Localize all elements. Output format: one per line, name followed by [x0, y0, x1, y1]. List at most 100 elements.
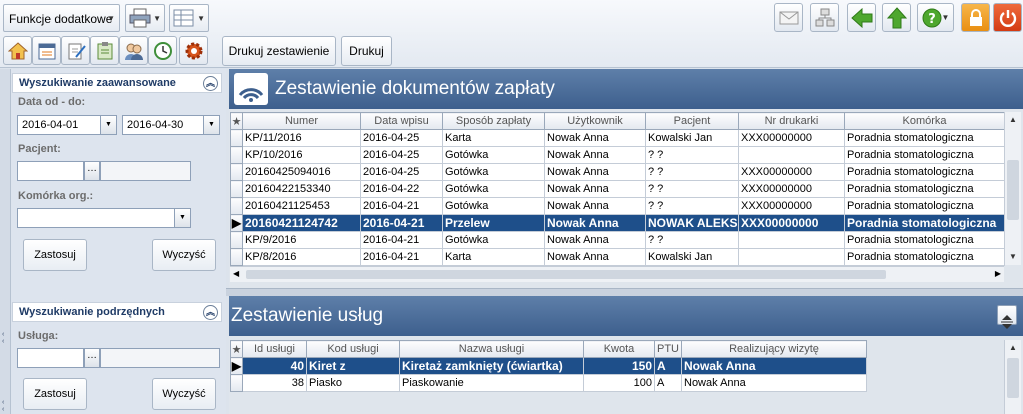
column-header-numer[interactable]: Numer: [242, 112, 361, 130]
network-button[interactable]: [810, 3, 839, 32]
table-row[interactable]: KP/10/2016 2016-04-25 Gotówka Nowak Anna? ?…: [230, 146, 1005, 164]
column-header-nazwa-uslugi[interactable]: Nazwa usługi: [399, 340, 584, 358]
scroll-right-icon[interactable]: ▶: [995, 269, 1001, 278]
column-header-realizujacy-wizyte[interactable]: Realizujący wizytę: [681, 340, 867, 358]
table-row[interactable]: ▶ 20160421124742 2016-04-21 Przelew Nowak An…: [230, 214, 1005, 232]
row-indicator[interactable]: [230, 231, 243, 249]
functions-dropdown[interactable]: Funkcje dodatkowe ▼: [3, 4, 120, 32]
records-button[interactable]: [90, 36, 119, 65]
expand-panel-button[interactable]: [997, 305, 1017, 329]
table-cell-uzytkownik: Nowak Anna: [544, 214, 646, 232]
table-row[interactable]: KP/9/2016 2016-04-21 Gotówka Nowak Anna? ? P…: [230, 231, 1005, 249]
print-label: Drukuj: [349, 44, 384, 58]
apply-filter-button[interactable]: Zastosuj: [23, 239, 87, 271]
table-cell-nazwa-uslugi: Kiretaż zamknięty (ćwiartka): [399, 357, 584, 375]
row-indicator[interactable]: [230, 180, 243, 198]
arrow-up-icon: [886, 6, 907, 28]
table-row[interactable]: KP/11/2016 2016-04-25 Karta Nowak Anna Kowal…: [230, 129, 1005, 147]
row-indicator[interactable]: [230, 197, 243, 215]
row-indicator[interactable]: [230, 163, 243, 181]
chevron-down-icon[interactable]: ▼: [174, 209, 190, 227]
row-indicator[interactable]: ▶: [230, 357, 243, 375]
table-cell-nr-drukarki: XXX00000000: [738, 180, 845, 198]
column-header-pacjent[interactable]: Pacjent: [645, 112, 739, 130]
date-to-input[interactable]: 2016-04-30 ▼: [122, 115, 220, 135]
wifi-logo-icon: [234, 73, 268, 105]
date-to-value: 2016-04-30: [127, 119, 184, 131]
sub-search-title: Wyszukiwanie podrzędnych: [19, 306, 165, 318]
column-header-kod-uslugi[interactable]: Kod usługi: [306, 340, 400, 358]
org-unit-select[interactable]: ▼: [17, 208, 191, 228]
patient-input[interactable]: [17, 161, 84, 181]
table-row[interactable]: 20160425094016 2016-04-25 Gotówka Nowak Ann…: [230, 163, 1005, 181]
row-indicator[interactable]: [230, 129, 243, 147]
payments-hscroll[interactable]: ◀ ▶: [230, 266, 1004, 282]
table-row[interactable]: KP/8/2016 2016-04-21 Karta Nowak Anna Kowals…: [230, 248, 1005, 266]
advanced-search-title: Wyszukiwanie zaawansowane: [19, 77, 176, 89]
power-button[interactable]: [993, 3, 1022, 32]
column-header-komorka[interactable]: Komórka: [844, 112, 1005, 130]
scroll-up-icon[interactable]: ▲: [1005, 112, 1021, 128]
services-scrollbar[interactable]: ▲: [1004, 340, 1021, 414]
gear-icon: [185, 42, 202, 59]
chevron-down-icon: ▼: [941, 13, 950, 22]
table-cell-nr-drukarki: XXX00000000: [738, 129, 845, 147]
row-indicator[interactable]: [230, 248, 243, 266]
service-input[interactable]: [17, 348, 84, 368]
payments-scrollbar[interactable]: ▲ ▼: [1004, 112, 1021, 265]
table-row[interactable]: ▶ 40 Kiret z Kiretaż zamknięty (ćwiartka) 15…: [230, 357, 867, 375]
network-icon: [815, 8, 834, 26]
lock-button[interactable]: [961, 3, 990, 32]
print-options-dropdown[interactable]: ▼: [125, 4, 165, 32]
scroll-up-icon[interactable]: ▲: [1005, 340, 1021, 356]
column-header-ptu[interactable]: PTU: [654, 340, 682, 358]
column-header-id-uslugi[interactable]: Id usługi: [242, 340, 307, 358]
panel-splitter[interactable]: [226, 288, 1023, 296]
print-summary-button[interactable]: Drukuj zestawienie: [222, 36, 336, 66]
scroll-thumb[interactable]: [1007, 160, 1019, 220]
row-indicator[interactable]: [230, 374, 243, 392]
row-indicator[interactable]: [230, 146, 243, 164]
mail-button[interactable]: [774, 3, 803, 32]
column-header-kwota[interactable]: Kwota: [583, 340, 655, 358]
chevron-up-icon[interactable]: ︽: [203, 76, 218, 91]
chevron-up-icon[interactable]: ︽: [203, 305, 218, 320]
clear-sub-filter-button[interactable]: Wyczyść: [152, 378, 216, 410]
clear-filter-button[interactable]: Wyczyść: [152, 239, 216, 271]
home-button[interactable]: [3, 36, 32, 65]
up-button[interactable]: [882, 3, 911, 32]
table-row[interactable]: 20160422153340 2016-04-22 Gotówka Nowak Ann…: [230, 180, 1005, 198]
apply-sub-filter-button[interactable]: Zastosuj: [23, 378, 87, 410]
chevron-down-icon[interactable]: ▼: [100, 116, 116, 134]
schedule-button[interactable]: [148, 36, 177, 65]
back-button[interactable]: [847, 3, 876, 32]
calendar-button[interactable]: [32, 36, 61, 65]
table-cell-komorka: Poradnia stomatologiczna: [844, 180, 1005, 198]
chevron-down-icon[interactable]: ▼: [203, 116, 219, 134]
column-header-sposob-zaplaty[interactable]: Sposób zapłaty: [442, 112, 545, 130]
documents-button[interactable]: [61, 36, 90, 65]
scroll-thumb[interactable]: [1007, 358, 1019, 398]
patient-select-button[interactable]: …: [84, 161, 100, 181]
patients-button[interactable]: [119, 36, 148, 65]
table-cell-data-wpisu: 2016-04-21: [360, 231, 443, 249]
date-from-input[interactable]: 2016-04-01 ▼: [17, 115, 117, 135]
column-header-nr-drukarki[interactable]: Nr drukarki: [738, 112, 845, 130]
column-header-data-wpisu[interactable]: Data wpisu: [360, 112, 443, 130]
table-cell-numer: KP/8/2016: [242, 248, 361, 266]
help-dropdown[interactable]: ? ▼: [917, 3, 954, 32]
service-select-button[interactable]: …: [84, 348, 100, 368]
scroll-thumb[interactable]: [246, 270, 886, 279]
table-row[interactable]: 38 Piasko Piaskowanie 100 A Nowak Anna: [230, 374, 867, 392]
table-cell-numer: 20160422153340: [242, 180, 361, 198]
table-cell-pacjent: ? ?: [645, 180, 739, 198]
scroll-down-icon[interactable]: ▼: [1005, 249, 1021, 265]
column-header-uzytkownik[interactable]: Użytkownik: [544, 112, 646, 130]
row-indicator[interactable]: ▶: [230, 214, 243, 232]
table-row[interactable]: 20160421125453 2016-04-21 Gotówka Nowak Ann…: [230, 197, 1005, 215]
panel-collapse-strip[interactable]: ‹ ‹ ‹ ‹: [0, 69, 11, 414]
layout-dropdown[interactable]: ▼: [169, 4, 209, 32]
tools-button[interactable]: [179, 36, 208, 65]
print-button[interactable]: Drukuj: [341, 36, 392, 66]
scroll-left-icon[interactable]: ◀: [233, 269, 239, 278]
